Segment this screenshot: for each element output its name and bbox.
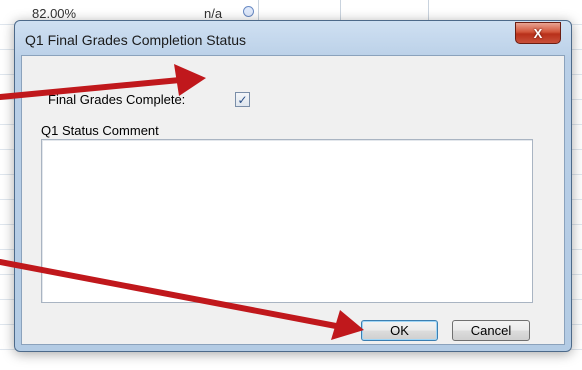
dialog-title: Q1 Final Grades Completion Status [25,32,246,48]
background-cell-value: 82.00% [32,6,77,21]
close-button[interactable]: X [515,22,561,44]
background-column-divider [258,0,259,22]
cancel-button[interactable]: Cancel [452,320,530,341]
background-column-divider [428,0,429,22]
dialog-body: Final Grades Complete: ✓ Q1 Status Comme… [21,55,565,345]
final-grades-complete-checkbox[interactable]: ✓ [235,92,250,107]
background-cell-na: n/a [204,6,223,21]
status-comment-textarea[interactable] [41,139,533,303]
info-icon [243,6,254,17]
completion-status-dialog: Q1 Final Grades Completion Status X Fina… [14,20,572,352]
final-grades-complete-label: Final Grades Complete: [48,92,186,107]
background-column-divider [340,0,341,22]
checkmark-icon: ✓ [237,92,248,107]
dialog-titlebar[interactable]: Q1 Final Grades Completion Status X [15,21,571,55]
ok-button[interactable]: OK [361,320,438,341]
close-icon: X [533,25,543,41]
status-comment-label: Q1 Status Comment [41,123,159,138]
